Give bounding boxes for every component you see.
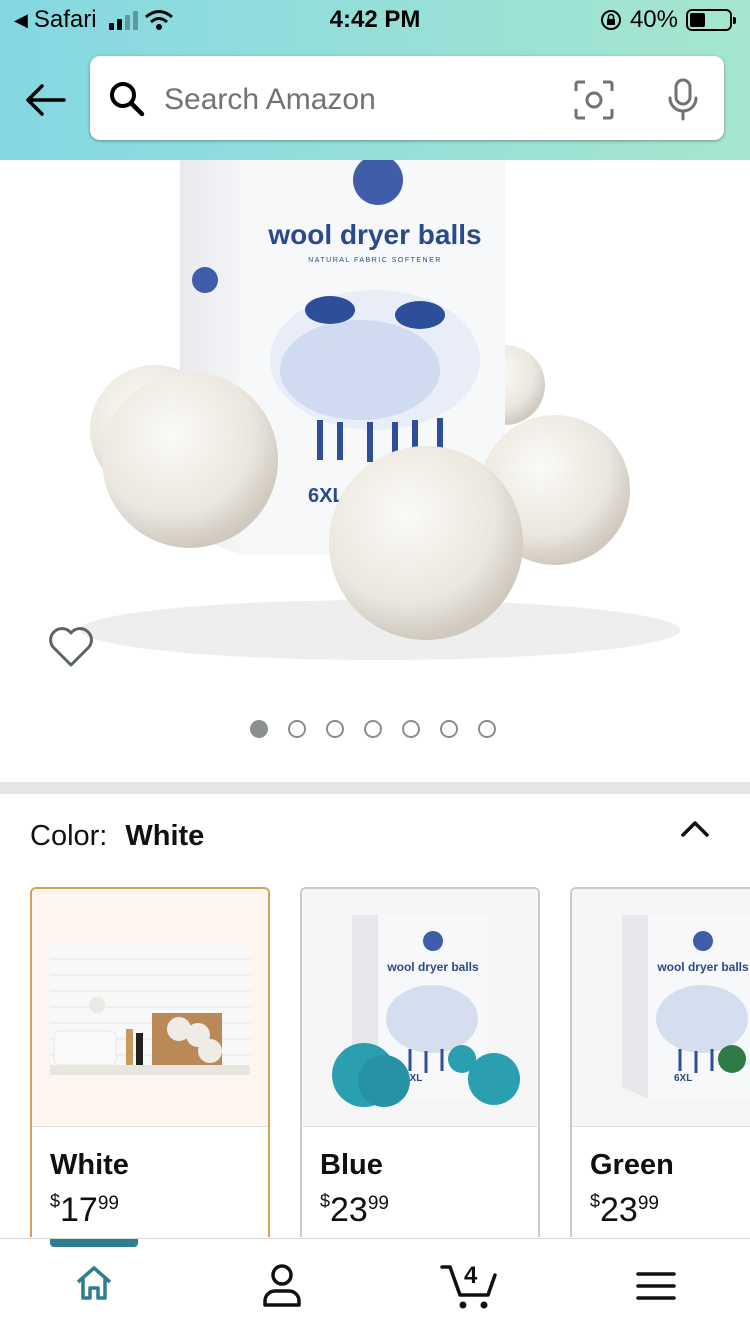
option-thumbnail: wool dryer balls 6XL xyxy=(572,889,750,1127)
product-photo: wool dryer balls NATURAL FABRIC SOFTENER… xyxy=(80,160,680,660)
color-option-green[interactable]: wool dryer balls 6XL Green $2399 xyxy=(570,887,750,1237)
option-name: Green xyxy=(590,1149,674,1181)
color-label: Color: xyxy=(30,820,108,852)
chevron-up-icon[interactable] xyxy=(680,818,710,838)
home-icon[interactable] xyxy=(74,1263,114,1303)
option-price: $2399 xyxy=(320,1191,389,1229)
carousel-dot[interactable] xyxy=(478,720,496,738)
active-tab-indicator xyxy=(50,1239,138,1247)
box-title: wool dryer balls xyxy=(267,219,481,250)
wishlist-heart-icon[interactable] xyxy=(48,626,94,668)
variation-selector-header[interactable]: Color: White xyxy=(30,820,204,853)
color-option-blue[interactable]: wool dryer balls 6XL Blue $2399 xyxy=(300,887,540,1237)
carousel-dot[interactable] xyxy=(402,720,420,738)
battery-percent: 40% xyxy=(629,6,678,33)
option-thumbnail xyxy=(32,889,268,1127)
carousel-indicator[interactable] xyxy=(250,720,496,738)
svg-text:wool dryer balls: wool dryer balls xyxy=(656,960,749,974)
menu-icon[interactable] xyxy=(636,1271,676,1301)
selected-color: White xyxy=(125,820,205,852)
option-name: Blue xyxy=(320,1149,383,1181)
carousel-dot[interactable] xyxy=(440,720,458,738)
carousel-dot[interactable] xyxy=(364,720,382,738)
svg-text:wool dryer balls: wool dryer balls xyxy=(386,960,479,974)
option-name: White xyxy=(50,1149,129,1181)
product-image[interactable]: wool dryer balls NATURAL FABRIC SOFTENER… xyxy=(0,160,750,690)
account-icon[interactable] xyxy=(262,1263,302,1307)
box-subtitle: NATURAL FABRIC SOFTENER xyxy=(308,257,442,264)
orientation-lock-icon xyxy=(600,10,621,30)
carousel-dot[interactable] xyxy=(250,720,268,738)
carousel-dot[interactable] xyxy=(326,720,344,738)
search-bar[interactable]: Search Amazon xyxy=(90,56,724,140)
search-icon xyxy=(110,82,145,117)
color-options: White $1799 wool dryer balls 6XL Blue $2… xyxy=(30,887,750,1237)
option-thumbnail: wool dryer balls 6XL xyxy=(302,889,538,1127)
camera-search-icon[interactable] xyxy=(574,80,614,120)
dryer-ball xyxy=(102,372,278,548)
option-price: $1799 xyxy=(50,1191,119,1229)
bottom-tab-bar xyxy=(0,1238,750,1334)
color-option-white[interactable]: White $1799 xyxy=(30,887,270,1237)
battery-icon xyxy=(686,9,736,31)
status-bar: ◀ Safari 4:42 PM 40% xyxy=(0,0,750,40)
back-arrow-icon[interactable] xyxy=(24,80,66,120)
carousel-dot[interactable] xyxy=(288,720,306,738)
option-price: $2399 xyxy=(590,1191,659,1229)
dryer-ball xyxy=(329,446,523,640)
svg-text:6XL: 6XL xyxy=(674,1073,692,1084)
search-input[interactable]: Search Amazon xyxy=(164,83,376,117)
cart-count-badge: 4 xyxy=(464,1262,478,1289)
section-divider xyxy=(0,782,750,794)
microphone-icon[interactable] xyxy=(666,78,700,122)
